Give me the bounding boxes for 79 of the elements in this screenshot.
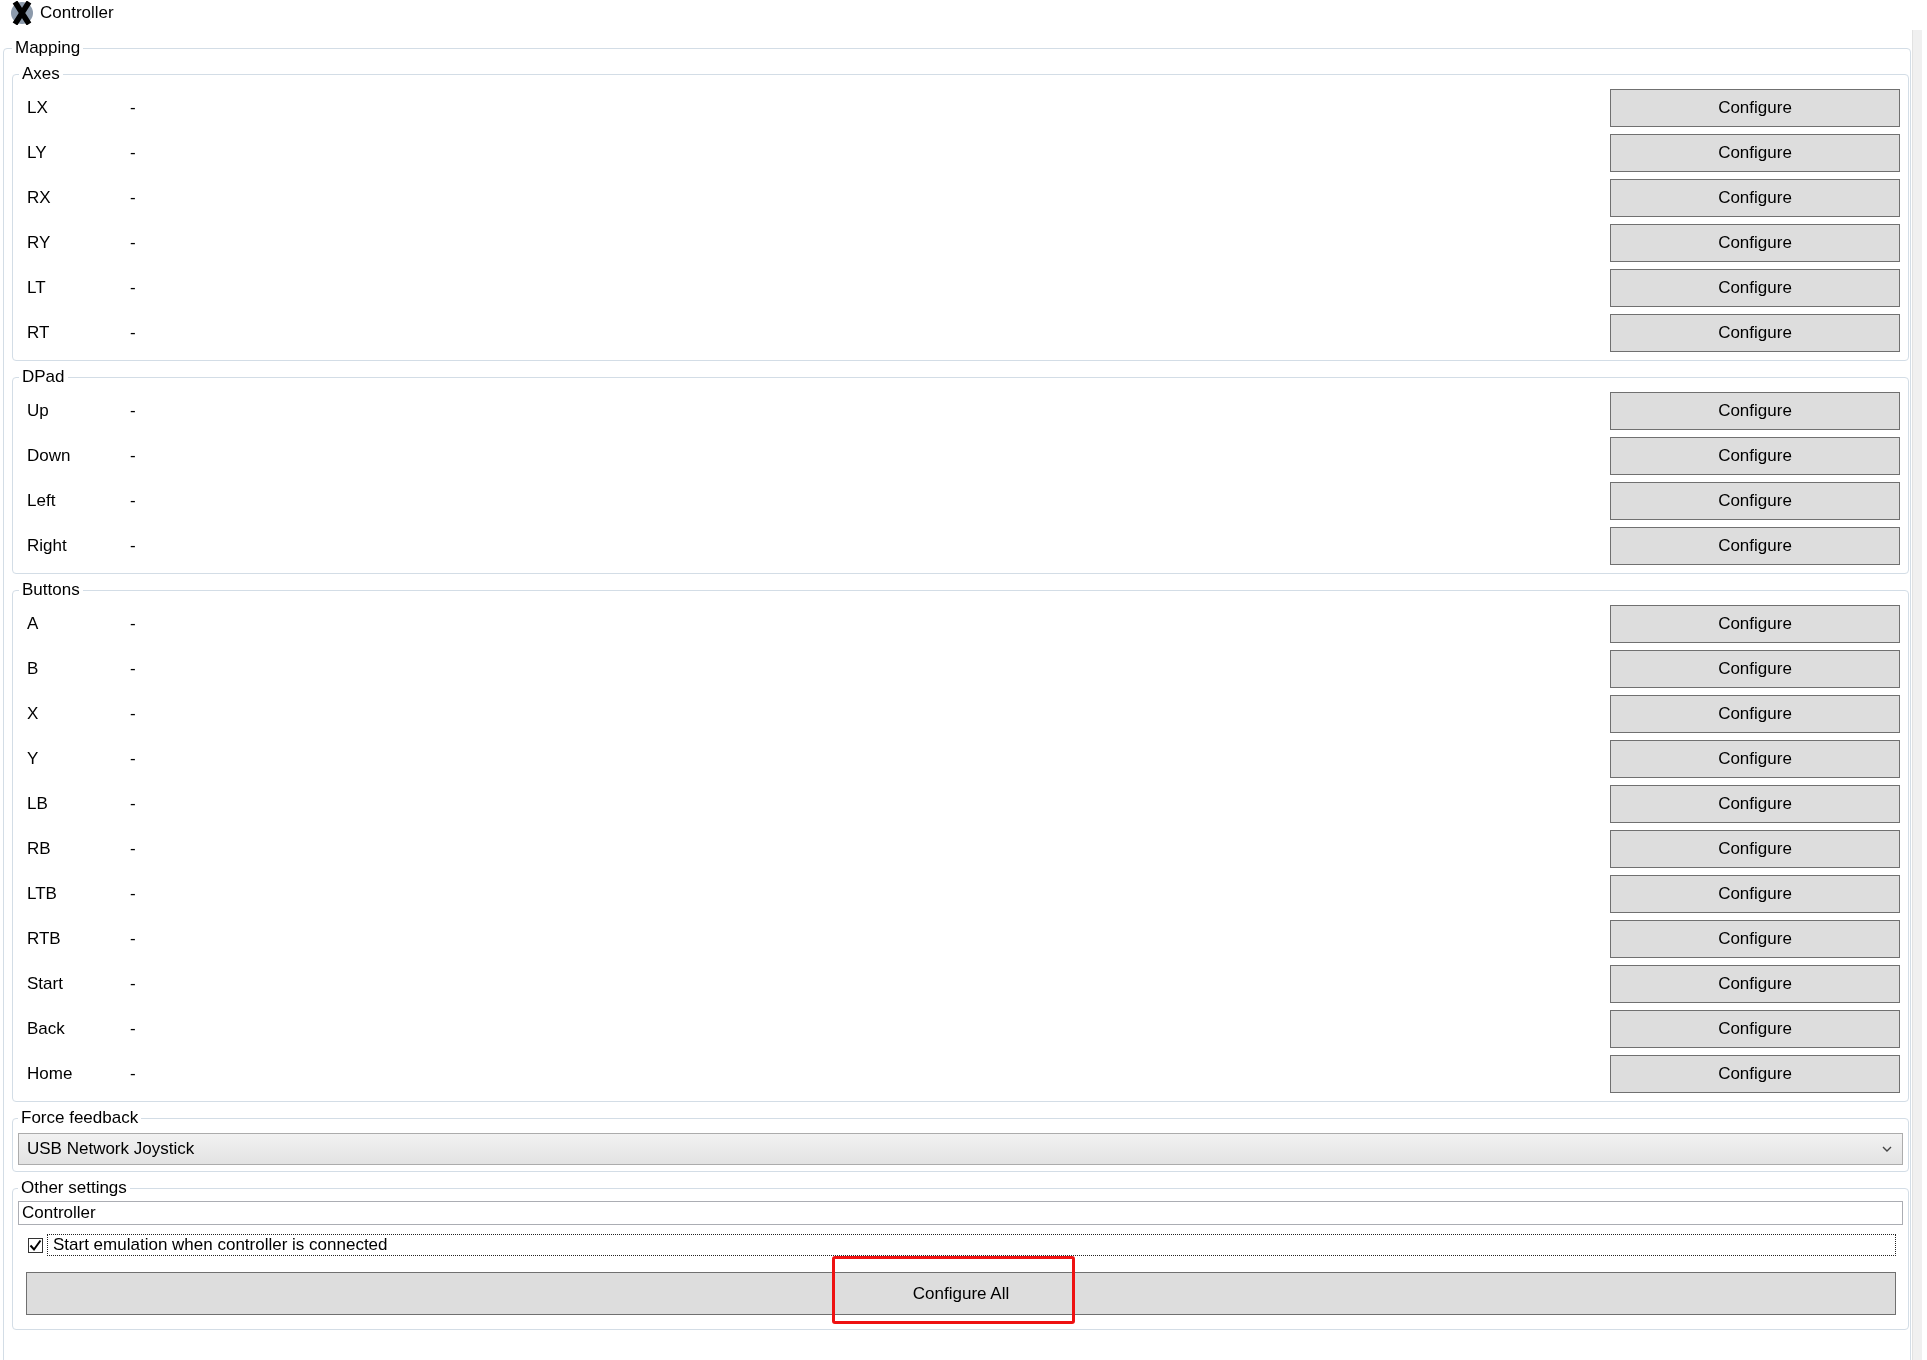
group-label: Other settings — [20, 1178, 128, 1198]
group-label: Force feedback — [20, 1108, 140, 1128]
name-field[interactable]: Controller — [18, 1201, 1903, 1225]
binding-value: - — [130, 401, 136, 421]
group-label: Axes — [21, 64, 61, 84]
configure-button[interactable]: Configure — [1610, 224, 1900, 262]
checkmark-icon — [29, 1238, 42, 1252]
mapping-label: LTB — [27, 884, 57, 904]
configure-button[interactable]: Configure — [1610, 89, 1900, 127]
mapping-label: LB — [27, 794, 48, 814]
binding-value: - — [130, 1064, 136, 1084]
mapping-label: X — [27, 704, 39, 724]
mapping-label: RX — [27, 188, 51, 208]
binding-value: - — [130, 614, 136, 634]
mapping-label: RTB — [27, 929, 61, 949]
mapping-label: B — [27, 659, 39, 679]
configure-button[interactable]: Configure — [1610, 785, 1900, 823]
configure-button[interactable]: Configure — [1610, 875, 1900, 913]
binding-value: - — [130, 974, 136, 994]
configure-button[interactable]: Configure — [1610, 179, 1900, 217]
mapping-label: Y — [27, 749, 39, 769]
checkbox[interactable] — [28, 1237, 43, 1253]
mapping-label: RB — [27, 839, 51, 859]
mapping-label: Back — [27, 1019, 65, 1039]
mapping-label: Right — [27, 536, 67, 556]
configure-button[interactable]: Configure — [1610, 134, 1900, 172]
binding-value: - — [130, 188, 136, 208]
chevron-down-icon — [1882, 1146, 1892, 1152]
configure-button[interactable]: Configure — [1610, 437, 1900, 475]
mapping-label: LY — [27, 143, 47, 163]
checkbox-label[interactable]: Start emulation when controller is connected — [47, 1234, 1896, 1256]
mapping-label: Left — [27, 491, 56, 511]
mapping-label: Down — [27, 446, 71, 466]
configure-button[interactable]: Configure — [1610, 527, 1900, 565]
group-label: Mapping — [14, 38, 82, 58]
configure-button[interactable]: Configure — [1610, 965, 1900, 1003]
mapping-label: LT — [27, 278, 46, 298]
configure-button[interactable]: Configure — [1610, 1010, 1900, 1048]
configure-button[interactable]: Configure — [1610, 605, 1900, 643]
mapping-label: A — [27, 614, 39, 634]
mapping-label: Up — [27, 401, 49, 421]
binding-value: - — [130, 884, 136, 904]
configure-button[interactable]: Configure — [1610, 695, 1900, 733]
configure-button[interactable]: Configure — [1610, 269, 1900, 307]
configure-button[interactable]: Configure — [1610, 830, 1900, 868]
binding-value: - — [130, 536, 136, 556]
mapping-label: Start — [27, 974, 63, 994]
window-title: Controller — [40, 3, 114, 23]
binding-value: - — [130, 278, 136, 298]
group-label: Buttons — [21, 580, 81, 600]
mapping-label: Home — [27, 1064, 73, 1084]
configure-button[interactable]: Configure — [1610, 920, 1900, 958]
binding-value: - — [130, 749, 136, 769]
binding-value: - — [130, 839, 136, 859]
binding-value: - — [130, 794, 136, 814]
group-label: DPad — [21, 367, 66, 387]
device-dropdown[interactable]: USB Network Joystick — [18, 1133, 1903, 1165]
configure-button[interactable]: Configure — [1610, 740, 1900, 778]
configure-button[interactable]: Configure — [1610, 392, 1900, 430]
configure-button[interactable]: Configure — [1610, 314, 1900, 352]
mapping-label: RT — [27, 323, 50, 343]
binding-value: - — [130, 929, 136, 949]
binding-value: - — [130, 233, 136, 253]
binding-value: - — [130, 143, 136, 163]
binding-value: - — [130, 659, 136, 679]
binding-value: - — [130, 446, 136, 466]
binding-value: - — [130, 491, 136, 511]
binding-value: - — [130, 98, 136, 118]
binding-value: - — [130, 323, 136, 343]
configure-button[interactable]: Configure — [1610, 482, 1900, 520]
binding-value: - — [130, 1019, 136, 1039]
binding-value: - — [130, 704, 136, 724]
x-logo-icon — [10, 1, 34, 25]
configure-button[interactable]: Configure — [1610, 650, 1900, 688]
scrollbar-track[interactable] — [1912, 30, 1922, 1360]
configure-button[interactable]: Configure — [1610, 1055, 1900, 1093]
mapping-label: RY — [27, 233, 51, 253]
configure-all-button[interactable]: Configure All — [26, 1272, 1896, 1315]
mapping-label: LX — [27, 98, 48, 118]
